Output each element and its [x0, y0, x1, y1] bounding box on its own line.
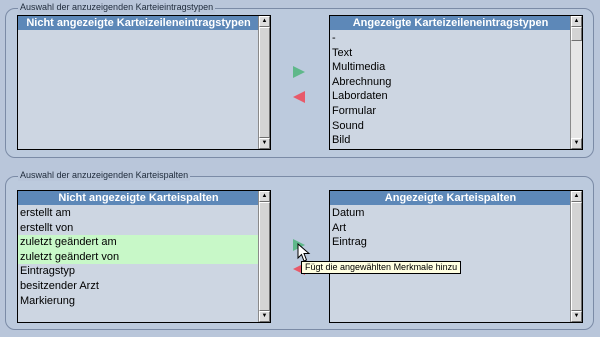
list-item[interactable]: Datum	[330, 206, 367, 221]
chevron-up-icon[interactable]: ▲	[571, 191, 582, 202]
scroll-thumb[interactable]	[259, 202, 270, 311]
list-item[interactable]: besitzender Arzt	[18, 279, 259, 294]
scroll-thumb[interactable]	[571, 27, 582, 41]
scroll-thumb[interactable]	[259, 27, 270, 138]
hidden-columns-list[interactable]: Nicht angezeigte Karteispalten erstellt …	[17, 190, 271, 323]
hidden-entry-types-list[interactable]: Nicht angezeigte Karteizeileneintragstyp…	[17, 15, 271, 150]
list-item[interactable]: erstellt von	[18, 221, 259, 236]
list-item[interactable]: erstellt am	[18, 206, 259, 221]
columns-group-title: Auswahl der anzuzeigenden Karteispalten	[18, 169, 191, 181]
hidden-entry-types-header: Nicht angezeigte Karteizeileneintragstyp…	[18, 16, 259, 30]
shown-entry-types-list[interactable]: Angezeigte Karteizeileneintragstypen - Te…	[329, 15, 583, 150]
chevron-up-icon[interactable]: ▲	[259, 16, 270, 27]
list-item[interactable]: Markierung	[18, 294, 259, 309]
chevron-down-icon[interactable]: ▼	[571, 311, 582, 322]
chevron-down-icon[interactable]: ▼	[259, 311, 270, 322]
list-item[interactable]: Art	[330, 221, 367, 236]
list-item[interactable]: -	[330, 31, 391, 46]
list-item[interactable]: Multimedia	[330, 60, 391, 75]
shown-columns-list[interactable]: Angezeigte Karteispalten Datum Art Eintrag…	[329, 190, 583, 323]
scroll-thumb[interactable]	[571, 202, 582, 311]
shown-columns-items: Datum Art Eintrag	[330, 206, 367, 250]
list-item[interactable]: Abrechnung	[330, 75, 391, 90]
list-item[interactable]: Text	[330, 46, 391, 61]
list-item[interactable]: Bild	[330, 133, 391, 148]
triangle-left-icon[interactable]	[292, 90, 306, 104]
list-item[interactable]: Labordaten	[330, 89, 391, 104]
list-item[interactable]: Sound	[330, 119, 391, 134]
shown-columns-scrollbar[interactable]: ▲ ▼	[570, 191, 582, 322]
list-item[interactable]: zuletzt geändert am	[18, 235, 259, 250]
chevron-down-icon[interactable]: ▼	[571, 138, 582, 149]
shown-entry-types-header: Angezeigte Karteizeileneintragstypen	[330, 16, 571, 30]
triangle-right-icon[interactable]	[292, 65, 306, 79]
shown-entry-types-scrollbar[interactable]: ▲ ▼	[570, 16, 582, 149]
shown-entry-types-items: - Text Multimedia Abrechnung Labordaten Formu…	[330, 31, 391, 148]
list-item[interactable]: Eintrag	[330, 235, 367, 250]
hidden-columns-header: Nicht angezeigte Karteispalten	[18, 191, 259, 205]
hidden-entry-types-scrollbar[interactable]: ▲ ▼	[258, 16, 270, 149]
chevron-up-icon[interactable]: ▲	[259, 191, 270, 202]
tooltip: Fügt die angewählten Merkmale hinzu	[301, 261, 462, 274]
entry-types-group-title: Auswahl der anzuzeigenden Karteieintrags…	[18, 1, 216, 13]
shown-columns-header: Angezeigte Karteispalten	[330, 191, 571, 205]
hidden-columns-scrollbar[interactable]: ▲ ▼	[258, 191, 270, 322]
chevron-down-icon[interactable]: ▼	[259, 138, 270, 149]
chevron-up-icon[interactable]: ▲	[571, 16, 582, 27]
list-item[interactable]: zuletzt geändert von	[18, 249, 259, 265]
hidden-columns-items: erstellt am erstellt von zuletzt geändert …	[18, 206, 259, 308]
list-item[interactable]: Formular	[330, 104, 391, 119]
list-item[interactable]: Eintragstyp	[18, 264, 259, 279]
mouse-pointer-icon	[297, 243, 311, 262]
